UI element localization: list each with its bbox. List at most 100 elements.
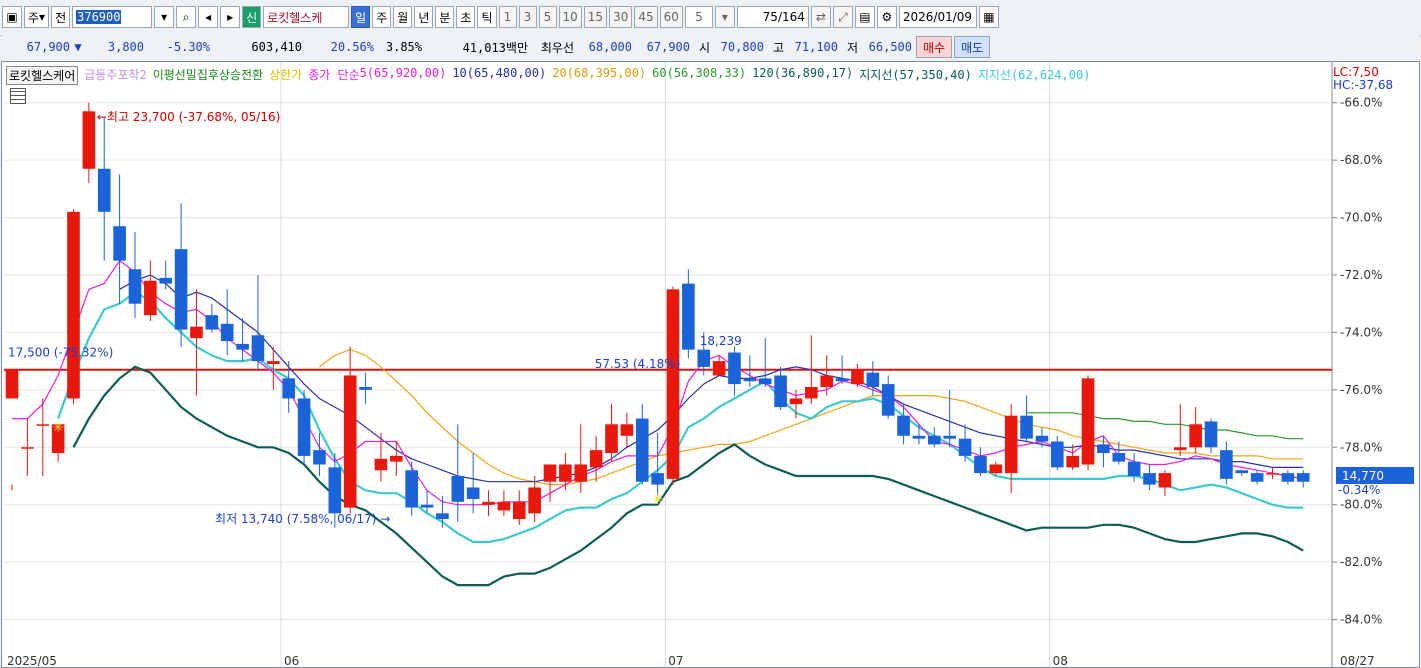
candle-body [1143,473,1156,485]
best-bid-label: 최우선 [540,40,574,55]
interval-10[interactable]: 10 [558,6,582,28]
interval-60[interactable]: 60 [659,6,683,28]
candle-body [943,435,956,439]
stock-name-field[interactable]: 로킷헬스케 [263,6,350,28]
interval-select[interactable]: 5 [684,6,713,28]
candle-body [128,269,142,304]
legend-ma60[interactable]: 60(56,308,33) [652,66,746,85]
code-dropdown-icon[interactable]: ▾ [154,6,175,28]
current-pct-label: -0.34% [1338,483,1380,497]
chart-canvas[interactable]: -66.0% -68.0% -70.0% -72.0% -74.0% -76.0% -78.… [2,62,1419,667]
candle-body [605,424,618,454]
candle-body [682,283,695,350]
signal-marker: ✳ [52,420,64,436]
high-annotation: ←최고 23,700 (-37.68%, 05/16) [97,110,280,124]
candle-body [482,501,495,505]
interval-15[interactable]: 15 [583,6,608,28]
candle-body [589,450,603,468]
high-price: 71,100 [794,40,838,54]
candle-body [835,378,849,382]
calendar-icon[interactable]: ▦ [978,6,999,28]
chevron-down-icon[interactable]: ▾ [714,6,735,28]
candle-body [635,418,649,482]
candle-body [774,375,787,408]
price-type-button[interactable]: 전 [51,6,71,28]
candle-body [1250,473,1264,482]
candle-body [851,369,864,385]
candle-body [1173,447,1187,451]
buy-button[interactable]: 매수 [916,36,953,58]
candle-body [1066,455,1079,468]
candle-body [620,424,634,436]
trend-tool-icon[interactable]: ⤢ [832,6,853,28]
period-day[interactable]: 일 [351,6,371,28]
interval-1[interactable]: 1 [498,6,517,28]
candle-body [820,375,834,387]
legend-ind3[interactable]: 상한가 [269,66,302,85]
candle-body [743,378,757,382]
legend-ind2[interactable]: 이평선밀집후상승전환 [153,66,263,85]
prev-stock-icon[interactable]: ◂ [198,6,219,28]
legend-ind1[interactable]: 급등주포착2 [84,66,146,85]
candle-body [82,111,96,169]
low-price: 66,500 [868,40,912,54]
candle-body [420,504,434,508]
legend-ma-prefix: 종가 단순 [308,68,360,82]
period-month[interactable]: 월 [393,6,413,28]
period-second[interactable]: 초 [456,6,476,28]
new-listing-badge: 신 [242,6,262,28]
hc-value: HC:-37,68 [1333,78,1394,92]
legend-sup2[interactable]: 지지선(62,624,00) [978,66,1091,85]
interval-45[interactable]: 45 [634,6,658,28]
legend-stock[interactable]: 로킷헬스케어 [6,66,79,85]
legend-sup1[interactable]: 지지선(57,350,40) [859,66,972,85]
candle-body [728,352,741,385]
y-tick-label: -70.0% [1340,211,1382,225]
interval-5[interactable]: 5 [538,6,557,28]
candle-body [1020,415,1033,439]
interval-3[interactable]: 3 [518,6,537,28]
legend-ma120[interactable]: 120(36,890,17) [752,66,853,85]
stock-code-input[interactable]: 376900 [72,6,153,28]
period-minute[interactable]: 분 [435,6,455,28]
period-week[interactable]: 주 [372,6,392,28]
interval-30[interactable]: 30 [609,6,633,28]
candle-body [1189,424,1202,448]
zoom-icon[interactable]: ⇄ [810,6,831,28]
legend-ma20[interactable]: 20(68,395,00) [552,66,646,85]
next-stock-icon[interactable]: ▸ [220,6,241,28]
current-price-label: 14,770 [1342,469,1384,483]
candle-body [989,464,1003,474]
candle-body [528,487,541,514]
price-chart[interactable]: -66.0% -68.0% -70.0% -72.0% -74.0% -76.0% -78.… [1,61,1420,668]
period-tick[interactable]: 틱 [477,6,497,28]
period-dropdown[interactable]: 주 ▾ [24,6,50,28]
candle-body [651,473,664,485]
current-price: 67,900 [26,40,70,54]
candle-body [559,464,572,482]
period-year[interactable]: 년 [414,6,434,28]
candle-body [543,464,557,482]
date-input[interactable]: 2026/01/09 [898,6,977,28]
candle-body [1004,415,1018,474]
search-icon[interactable]: ⌕ [176,6,197,28]
candle-body [1097,444,1110,454]
table-view-icon[interactable] [10,88,26,104]
candle-body [574,464,588,482]
candle-body [113,226,126,261]
candle-body [205,315,219,330]
quote-bar: 67,900 ▼ 3,800 -5.30% 603,410 20.56% 3.8… [2,35,1419,59]
toolbar-row-1: ▣ 주 ▾ 전 376900 ▾ ⌕ ◂ ▸ 신 로킷헬스케 일 주 월 년 분 … [2,5,999,29]
sell-button[interactable]: 매도 [954,36,991,58]
high-label: 고 [772,40,784,55]
window-menu-icon[interactable]: ▣ [2,6,22,28]
display-count-input[interactable]: 75/164 [736,6,809,28]
x-tick-label: 06 [284,654,299,667]
candle-body [436,513,449,520]
candle-body [190,326,203,339]
legend-ma5[interactable]: 5(65,920,00) [360,66,447,85]
candle-body [974,455,987,474]
legend-ma10[interactable]: 10(65,480,00) [452,66,546,85]
gear-icon[interactable]: ⚙ [876,6,897,28]
save-icon[interactable]: ▤ [854,6,875,28]
